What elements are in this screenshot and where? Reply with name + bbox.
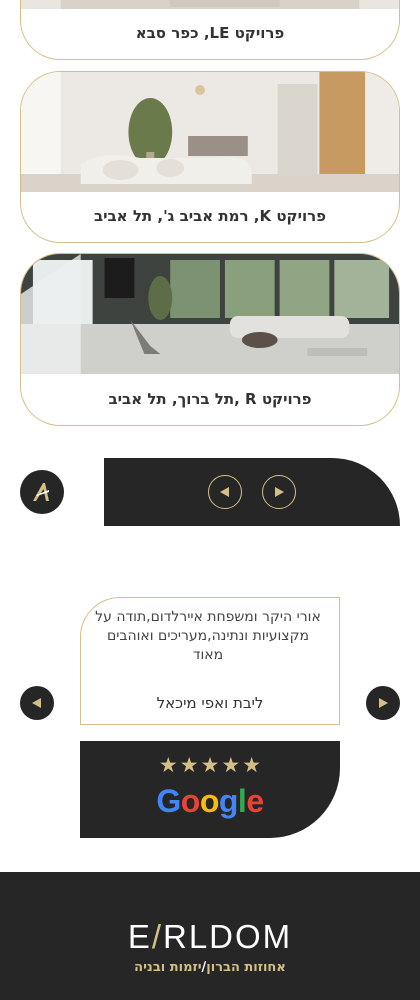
project-caption-k: פרויקט K, רמת אביב ג', תל אביב	[93, 207, 327, 225]
project-card-k[interactable]: פרויקט K, רמת אביב ג', תל אביב	[20, 71, 400, 243]
carousel-controls	[104, 458, 400, 526]
footer: E/RLDOM אחוזות הברון/יזמות ובניה	[0, 872, 420, 1000]
testimonial-text: אורי היקר ומשפחת איירלדום,תודה על מקצועי…	[95, 609, 321, 663]
review-prev-button[interactable]	[20, 686, 54, 720]
project-photo-r	[21, 254, 399, 374]
star-icon: ★	[221, 753, 241, 777]
brand-tagline: אחוזות הברון/יזמות ובניה	[0, 960, 420, 975]
arrow-left-icon	[32, 698, 41, 708]
brand-a-icon	[33, 483, 49, 501]
project-photo-k	[21, 72, 399, 192]
tagline-right: יזמות ובניה	[134, 960, 202, 975]
testimonial-author: ליבת ואפי מיכאל	[156, 694, 264, 712]
project-card-r[interactable]: פרויקט R ,תל ברוך, תל אביב	[20, 253, 400, 426]
arrow-right-icon	[379, 698, 388, 708]
star-icon: ★	[200, 753, 220, 777]
google-rating-card: ★★★★★ Google	[80, 741, 340, 838]
arrow-left-icon	[220, 487, 229, 497]
carousel-prev-button[interactable]	[208, 475, 242, 509]
project-caption-r: פרויקט R ,תל ברוך, תל אביב	[108, 390, 312, 408]
star-icon: ★	[242, 753, 262, 777]
star-icon: ★	[158, 753, 178, 777]
star-rating: ★★★★★	[80, 753, 340, 777]
project-caption-le: פרויקט LE, כפר סבא	[135, 24, 285, 42]
star-icon: ★	[179, 753, 199, 777]
brand-logo-badge	[20, 470, 64, 514]
google-logo: Google	[156, 783, 264, 819]
tagline-left: אחוזות הברון	[206, 960, 286, 975]
review-next-button[interactable]	[366, 686, 400, 720]
testimonial-card: אורי היקר ומשפחת איירלדום,תודה על מקצועי…	[80, 597, 340, 725]
arrow-right-icon	[275, 487, 284, 497]
carousel-next-button[interactable]	[262, 475, 296, 509]
brand-wordmark: E/RLDOM	[127, 918, 293, 955]
project-card-le[interactable]: פרויקט LE, כפר סבא	[20, 0, 400, 60]
